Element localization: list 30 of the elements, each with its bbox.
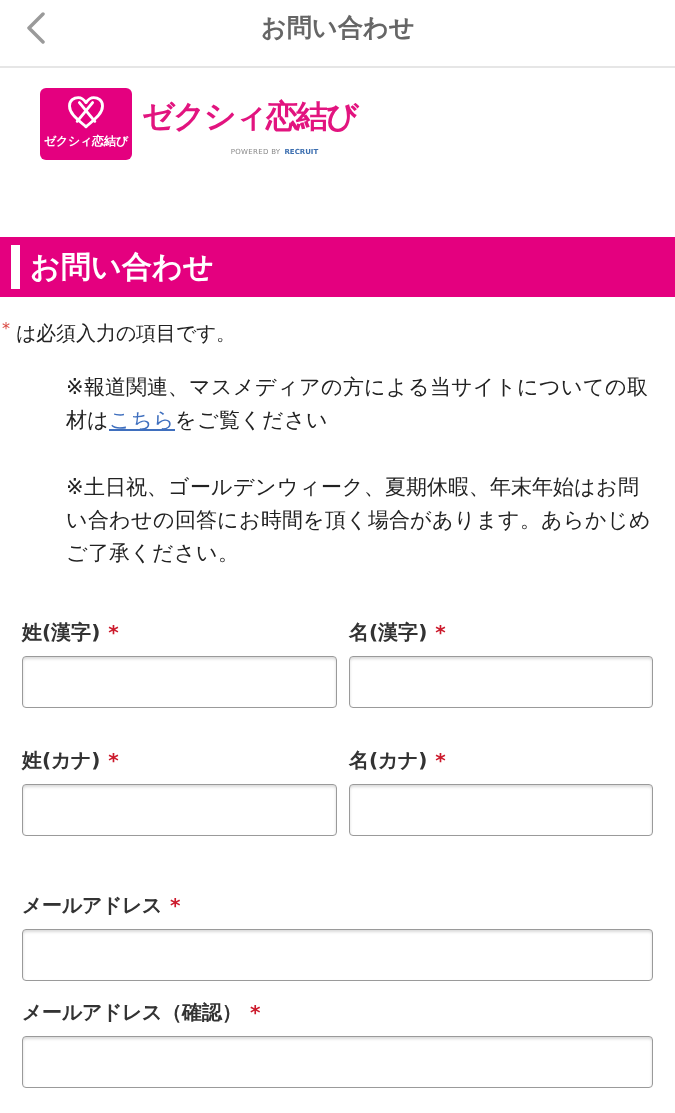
heart-knot-icon [67, 96, 105, 129]
required-mark: * [435, 620, 446, 644]
page-title: お問い合わせ [260, 12, 415, 44]
input-field[interactable] [22, 929, 653, 981]
field-label: 名(カナ) [349, 748, 428, 772]
input-field[interactable] [349, 656, 653, 708]
input-field[interactable] [22, 784, 337, 836]
notice-text: ※土日祝、ゴールデンウィーク、夏期休暇、年末年始はお問い合わせの回答にお時間を頂く場合があります。あらかじめご了承ください。 [66, 474, 652, 567]
notice-text: ※報道関連、マスメディアの方による当サイトについての取材は こちら をご覧ください [66, 374, 649, 434]
field-label: 姓(カナ) [22, 748, 101, 772]
accent-bar [11, 245, 20, 289]
inline-link[interactable]: こちら [109, 408, 175, 432]
field-label: 姓(漢字) [22, 620, 101, 644]
back-icon[interactable] [26, 12, 46, 44]
required-mark: * [108, 620, 119, 644]
logo-badge-text: ゼクシィ恋結び [44, 133, 128, 149]
input-field[interactable] [349, 784, 653, 836]
field-label: メールアドレス [22, 893, 162, 917]
input-field[interactable] [22, 656, 337, 708]
section-title: お問い合わせ [30, 248, 214, 286]
field-label: 名(漢字) [349, 620, 428, 644]
required-note: は必須入力の項目です。 [16, 320, 236, 347]
required-mark: * [1, 319, 11, 339]
required-mark: * [435, 748, 446, 772]
required-mark: * [108, 748, 119, 772]
field-label: メールアドレス（確認） [22, 1000, 242, 1024]
input-field[interactable] [22, 1036, 653, 1088]
required-mark: * [170, 893, 181, 917]
logo-wordmark: ゼクシィ恋結び [142, 96, 357, 137]
required-mark: * [250, 1000, 261, 1024]
